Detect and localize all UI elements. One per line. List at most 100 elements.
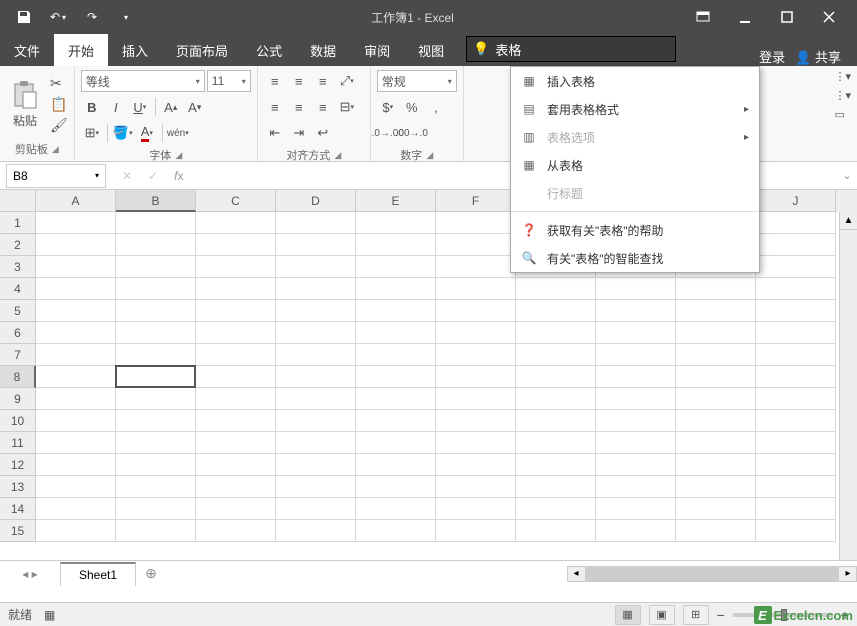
currency-button[interactable]: $▾ — [377, 96, 399, 118]
dd-get-help[interactable]: ❓获取有关"表格"的帮助 — [511, 216, 759, 244]
cell[interactable] — [676, 322, 756, 344]
align-right-button[interactable]: ≡ — [312, 96, 334, 118]
cell[interactable] — [756, 212, 836, 234]
font-launcher[interactable]: ◢ — [175, 150, 182, 161]
fill-color-button[interactable]: 🪣▾ — [112, 122, 134, 144]
scroll-up-button[interactable]: ▲ — [840, 212, 857, 230]
col-header-C[interactable]: C — [196, 190, 276, 212]
cell[interactable] — [756, 498, 836, 520]
cancel-formula-button[interactable]: ✕ — [122, 169, 132, 183]
cell[interactable] — [196, 410, 276, 432]
cell[interactable] — [596, 476, 676, 498]
cell[interactable] — [356, 476, 436, 498]
cell[interactable] — [436, 322, 516, 344]
row-header-1[interactable]: 1 — [0, 212, 36, 234]
tab-file[interactable]: 文件 — [0, 34, 54, 66]
cell[interactable] — [676, 476, 756, 498]
number-launcher[interactable]: ◢ — [426, 150, 433, 161]
row-header-15[interactable]: 15 — [0, 520, 36, 542]
cell[interactable] — [196, 454, 276, 476]
tab-formulas[interactable]: 公式 — [242, 34, 296, 66]
cell[interactable] — [116, 212, 196, 234]
fx-button[interactable]: fx — [174, 169, 183, 183]
align-center-button[interactable]: ≡ — [288, 96, 310, 118]
cell[interactable] — [436, 366, 516, 388]
maximize-button[interactable] — [767, 3, 807, 31]
cell[interactable] — [276, 300, 356, 322]
underline-button[interactable]: U▾ — [129, 96, 151, 118]
cell[interactable] — [356, 498, 436, 520]
cell[interactable] — [36, 300, 116, 322]
sheet-nav[interactable]: ◂ ▸ — [0, 567, 60, 581]
cell[interactable] — [36, 432, 116, 454]
cell[interactable] — [756, 322, 836, 344]
cell[interactable] — [36, 234, 116, 256]
paste-button[interactable]: 粘贴 — [6, 70, 44, 138]
row-header-2[interactable]: 2 — [0, 234, 36, 256]
cell[interactable] — [756, 300, 836, 322]
cell[interactable] — [116, 234, 196, 256]
cell[interactable] — [196, 520, 276, 542]
cell[interactable] — [116, 366, 196, 388]
cell[interactable] — [116, 432, 196, 454]
cell[interactable] — [516, 388, 596, 410]
cell[interactable] — [196, 278, 276, 300]
cell[interactable] — [596, 498, 676, 520]
vertical-scrollbar[interactable]: ▲ — [839, 212, 857, 560]
cell[interactable] — [676, 278, 756, 300]
cell[interactable] — [516, 520, 596, 542]
tab-insert[interactable]: 插入 — [108, 34, 162, 66]
row-header-13[interactable]: 13 — [0, 476, 36, 498]
cell[interactable] — [116, 278, 196, 300]
cell[interactable] — [116, 300, 196, 322]
cell[interactable] — [356, 234, 436, 256]
cell[interactable] — [276, 278, 356, 300]
tab-view[interactable]: 视图 — [404, 34, 458, 66]
cell[interactable] — [756, 234, 836, 256]
col-header-E[interactable]: E — [356, 190, 436, 212]
cell[interactable] — [116, 476, 196, 498]
ribbon-expand[interactable]: ▭ — [834, 108, 851, 121]
col-header-A[interactable]: A — [36, 190, 116, 212]
cell[interactable] — [36, 520, 116, 542]
cell[interactable] — [196, 234, 276, 256]
cell[interactable] — [356, 388, 436, 410]
scroll-right-button[interactable]: ▸ — [840, 568, 856, 579]
macro-record-icon[interactable]: ▦ — [44, 608, 55, 622]
col-header-J[interactable]: J — [756, 190, 836, 212]
cell[interactable] — [756, 256, 836, 278]
cell[interactable] — [436, 300, 516, 322]
cell[interactable] — [36, 454, 116, 476]
cell[interactable] — [516, 300, 596, 322]
cell[interactable] — [116, 520, 196, 542]
cell[interactable] — [36, 322, 116, 344]
cell[interactable] — [196, 212, 276, 234]
cell[interactable] — [756, 278, 836, 300]
cell[interactable] — [516, 498, 596, 520]
tab-review[interactable]: 审阅 — [350, 34, 404, 66]
cell[interactable] — [356, 256, 436, 278]
cell[interactable] — [436, 388, 516, 410]
cell[interactable] — [436, 520, 516, 542]
cell[interactable] — [676, 388, 756, 410]
cell[interactable] — [276, 322, 356, 344]
cell[interactable] — [276, 476, 356, 498]
col-header-F[interactable]: F — [436, 190, 516, 212]
dd-smart-lookup[interactable]: 🔍有关"表格"的智能查找 — [511, 244, 759, 272]
tab-data[interactable]: 数据 — [296, 34, 350, 66]
cell[interactable] — [436, 234, 516, 256]
cell[interactable] — [276, 366, 356, 388]
cell[interactable] — [596, 454, 676, 476]
align-left-button[interactable]: ≡ — [264, 96, 286, 118]
dd-insert-table[interactable]: ▦插入表格 — [511, 67, 759, 95]
row-header-9[interactable]: 9 — [0, 388, 36, 410]
cell[interactable] — [676, 344, 756, 366]
cell[interactable] — [516, 322, 596, 344]
cell[interactable] — [596, 278, 676, 300]
cell[interactable] — [676, 498, 756, 520]
cell[interactable] — [36, 366, 116, 388]
font-color-button[interactable]: A▾ — [136, 122, 158, 144]
row-header-14[interactable]: 14 — [0, 498, 36, 520]
cell[interactable] — [516, 432, 596, 454]
name-box[interactable]: B8▾ — [6, 164, 106, 188]
